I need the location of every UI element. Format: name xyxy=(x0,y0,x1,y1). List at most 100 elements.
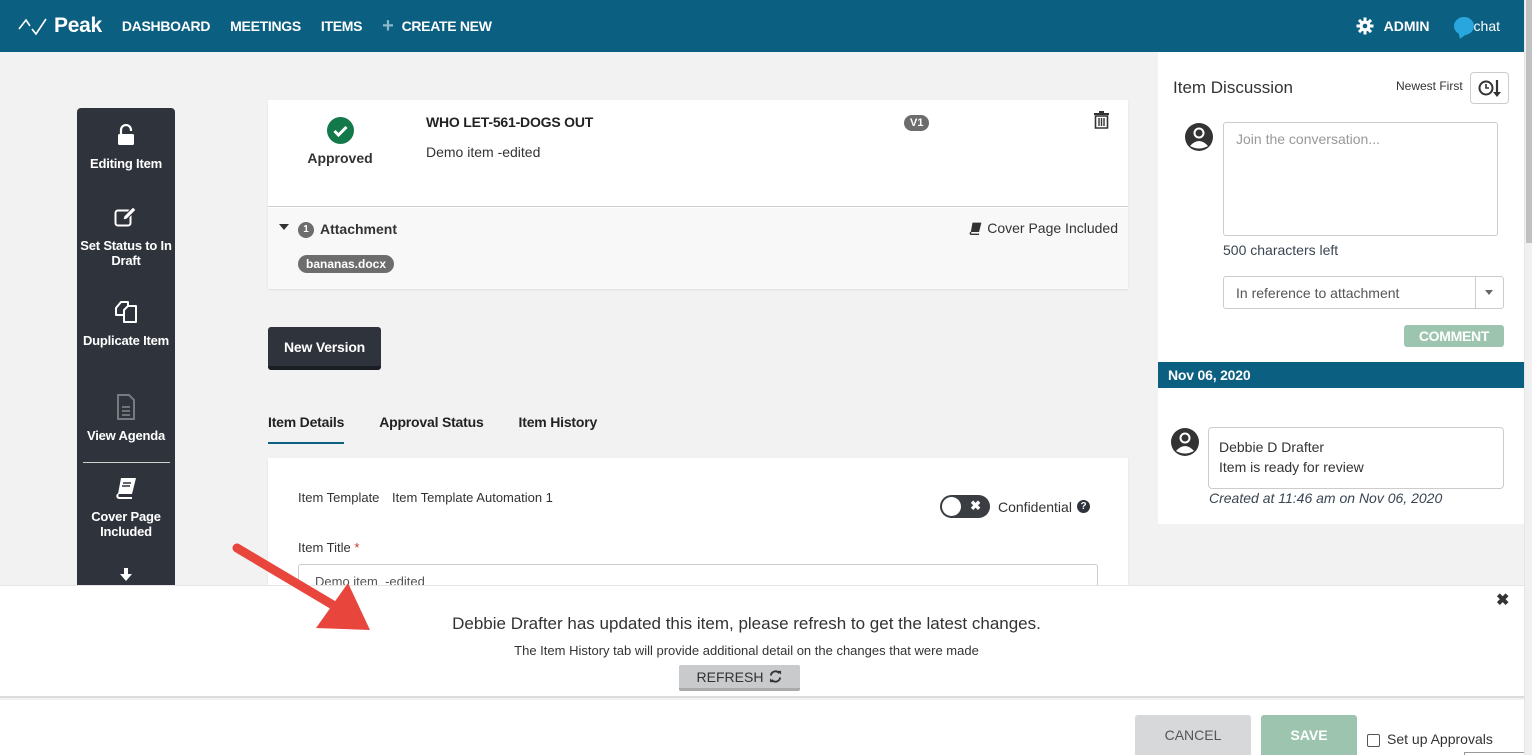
chat-bubble-icon xyxy=(1453,17,1474,35)
item-title: WHO LET-561-DOGS OUT xyxy=(426,114,594,130)
edit-icon xyxy=(114,206,137,227)
copy-icon xyxy=(115,301,137,323)
page-scrollbar[interactable] xyxy=(1524,0,1532,755)
plus-icon: + xyxy=(382,15,394,37)
attachments-section: 1 Attachment bananas.docx Cover Page Inc… xyxy=(268,208,1128,289)
item-tabs: Item Details Approval Status Item Histor… xyxy=(268,414,632,444)
item-actions-sidebar: Editing Item Set Status to In Draft Dupl… xyxy=(77,108,175,588)
admin-label: ADMIN xyxy=(1383,18,1430,34)
confidential-toggle[interactable]: ✖ xyxy=(940,495,990,518)
chat-label: chat xyxy=(1473,18,1500,34)
tab-item-history[interactable]: Item History xyxy=(519,414,598,444)
toggle-knob xyxy=(942,497,961,516)
delete-button[interactable] xyxy=(1094,111,1109,134)
save-button[interactable]: SAVE xyxy=(1261,715,1357,755)
collapse-caret-icon[interactable] xyxy=(279,224,289,230)
action-download[interactable] xyxy=(77,568,175,584)
action-label: Duplicate Item xyxy=(82,333,170,348)
book-icon xyxy=(969,222,982,235)
comment-author: Debbie D Drafter xyxy=(1219,439,1325,455)
template-label: Item Template xyxy=(298,490,380,505)
item-description: Demo item -edited xyxy=(426,144,541,160)
attachment-count-badge: 1 xyxy=(298,222,314,238)
action-editing-item[interactable]: Editing Item xyxy=(77,122,175,171)
refresh-label: REFRESH xyxy=(696,668,764,685)
tab-approval-status[interactable]: Approval Status xyxy=(379,414,484,444)
cover-page-label: Cover Page Included xyxy=(987,220,1118,236)
action-view-agenda[interactable]: View Agenda xyxy=(77,394,175,443)
required-marker: * xyxy=(354,540,360,555)
action-label: Editing Item xyxy=(90,156,162,171)
document-icon xyxy=(117,394,135,420)
action-cover-page[interactable]: Cover Page Included xyxy=(77,475,175,539)
item-title-label: Item Title * xyxy=(298,540,359,555)
nav-dashboard[interactable]: DASHBOARD xyxy=(122,18,211,34)
download-icon xyxy=(120,568,132,581)
brand-name: Peak xyxy=(54,14,102,37)
comment-timestamp: Created at 11:46 am on Nov 06, 2020 xyxy=(1209,490,1443,506)
peak-logo[interactable]: Peak xyxy=(18,14,102,38)
sort-label: Newest First xyxy=(1396,79,1463,93)
action-set-status-draft[interactable]: Set Status to In Draft xyxy=(77,204,175,268)
comment-button[interactable]: COMMENT xyxy=(1404,325,1504,347)
unlock-icon xyxy=(118,124,134,145)
item-discussion-panel: Item Discussion Newest First 500 charact… xyxy=(1158,52,1524,524)
comment-textarea[interactable] xyxy=(1223,122,1498,236)
nav-create-new[interactable]: + CREATE NEW xyxy=(382,15,492,37)
gear-icon xyxy=(1356,17,1374,35)
update-notification-banner: ✖ Debbie Drafter has updated this item, … xyxy=(0,585,1524,698)
refresh-icon xyxy=(770,670,782,683)
scrollbar-thumb[interactable] xyxy=(1526,0,1532,243)
check-circle-icon xyxy=(326,117,354,144)
top-navbar: Peak DASHBOARD MEETINGS ITEMS + CREATE N… xyxy=(0,0,1524,52)
item-summary-card: Approved WHO LET-561-DOGS OUT Demo item … xyxy=(268,100,1128,289)
refresh-button[interactable]: REFRESH xyxy=(679,665,800,691)
cancel-button[interactable]: CANCEL xyxy=(1135,715,1251,755)
reference-select-value: In reference to attachment xyxy=(1236,285,1400,301)
user-avatar-icon xyxy=(1185,123,1213,151)
action-duplicate-item[interactable]: Duplicate Item xyxy=(77,299,175,348)
chat-button[interactable]: chat xyxy=(1453,17,1500,35)
peak-logo-icon xyxy=(18,18,47,36)
setup-approvals-checkbox[interactable] xyxy=(1367,734,1380,747)
attachment-label: Attachment xyxy=(320,221,398,237)
date-header: Nov 06, 2020 xyxy=(1158,362,1524,388)
reference-select[interactable]: In reference to attachment xyxy=(1223,276,1504,309)
status-badge: Approved xyxy=(306,117,374,166)
template-value: Item Template Automation 1 xyxy=(392,490,553,505)
attachment-file-chip[interactable]: bananas.docx xyxy=(298,255,395,273)
action-label: View Agenda xyxy=(87,428,165,443)
action-label: Set Status to In Draft xyxy=(80,238,172,268)
user-avatar-icon xyxy=(1171,428,1199,456)
tab-item-details[interactable]: Item Details xyxy=(268,414,344,444)
status-label: Approved xyxy=(307,150,373,166)
version-badge: V1 xyxy=(904,115,930,131)
trash-icon xyxy=(1094,111,1109,129)
sort-order-button[interactable] xyxy=(1470,72,1509,104)
item-details-form: Item Template Item Template Automation 1… xyxy=(268,458,1128,598)
question-circle-icon[interactable]: ? xyxy=(1077,500,1090,513)
comment-body: Item is ready for review xyxy=(1219,459,1364,475)
book-icon xyxy=(116,478,136,499)
chevron-down-icon xyxy=(1485,290,1493,295)
action-label: Cover Page Included xyxy=(91,509,161,539)
close-notification-button[interactable]: ✖ xyxy=(1496,590,1509,610)
form-footer: CANCEL SAVE Set up Approvals xyxy=(0,700,1524,755)
nav-items[interactable]: ITEMS xyxy=(321,18,363,34)
notification-message: Debbie Drafter has updated this item, pl… xyxy=(452,614,1041,633)
notification-subtext: The Item History tab will provide additi… xyxy=(514,643,979,658)
discussion-title: Item Discussion xyxy=(1173,78,1293,97)
nav-meetings[interactable]: MEETINGS xyxy=(230,18,301,34)
create-new-label: CREATE NEW xyxy=(401,18,492,34)
clock-sort-icon xyxy=(1478,80,1501,97)
nav-admin[interactable]: ADMIN xyxy=(1356,17,1430,35)
close-icon: ✖ xyxy=(970,498,981,513)
confidential-label: Confidential xyxy=(998,499,1072,515)
sidebar-divider xyxy=(83,462,170,463)
cover-page-indicator: Cover Page Included xyxy=(969,220,1118,236)
setup-approvals-label[interactable]: Set up Approvals xyxy=(1387,731,1493,747)
chars-left-counter: 500 characters left xyxy=(1223,242,1339,258)
item-title-label-text: Item Title xyxy=(298,540,351,555)
comment-card: Debbie D Drafter Item is ready for revie… xyxy=(1208,427,1504,489)
new-version-button[interactable]: New Version xyxy=(268,327,381,370)
